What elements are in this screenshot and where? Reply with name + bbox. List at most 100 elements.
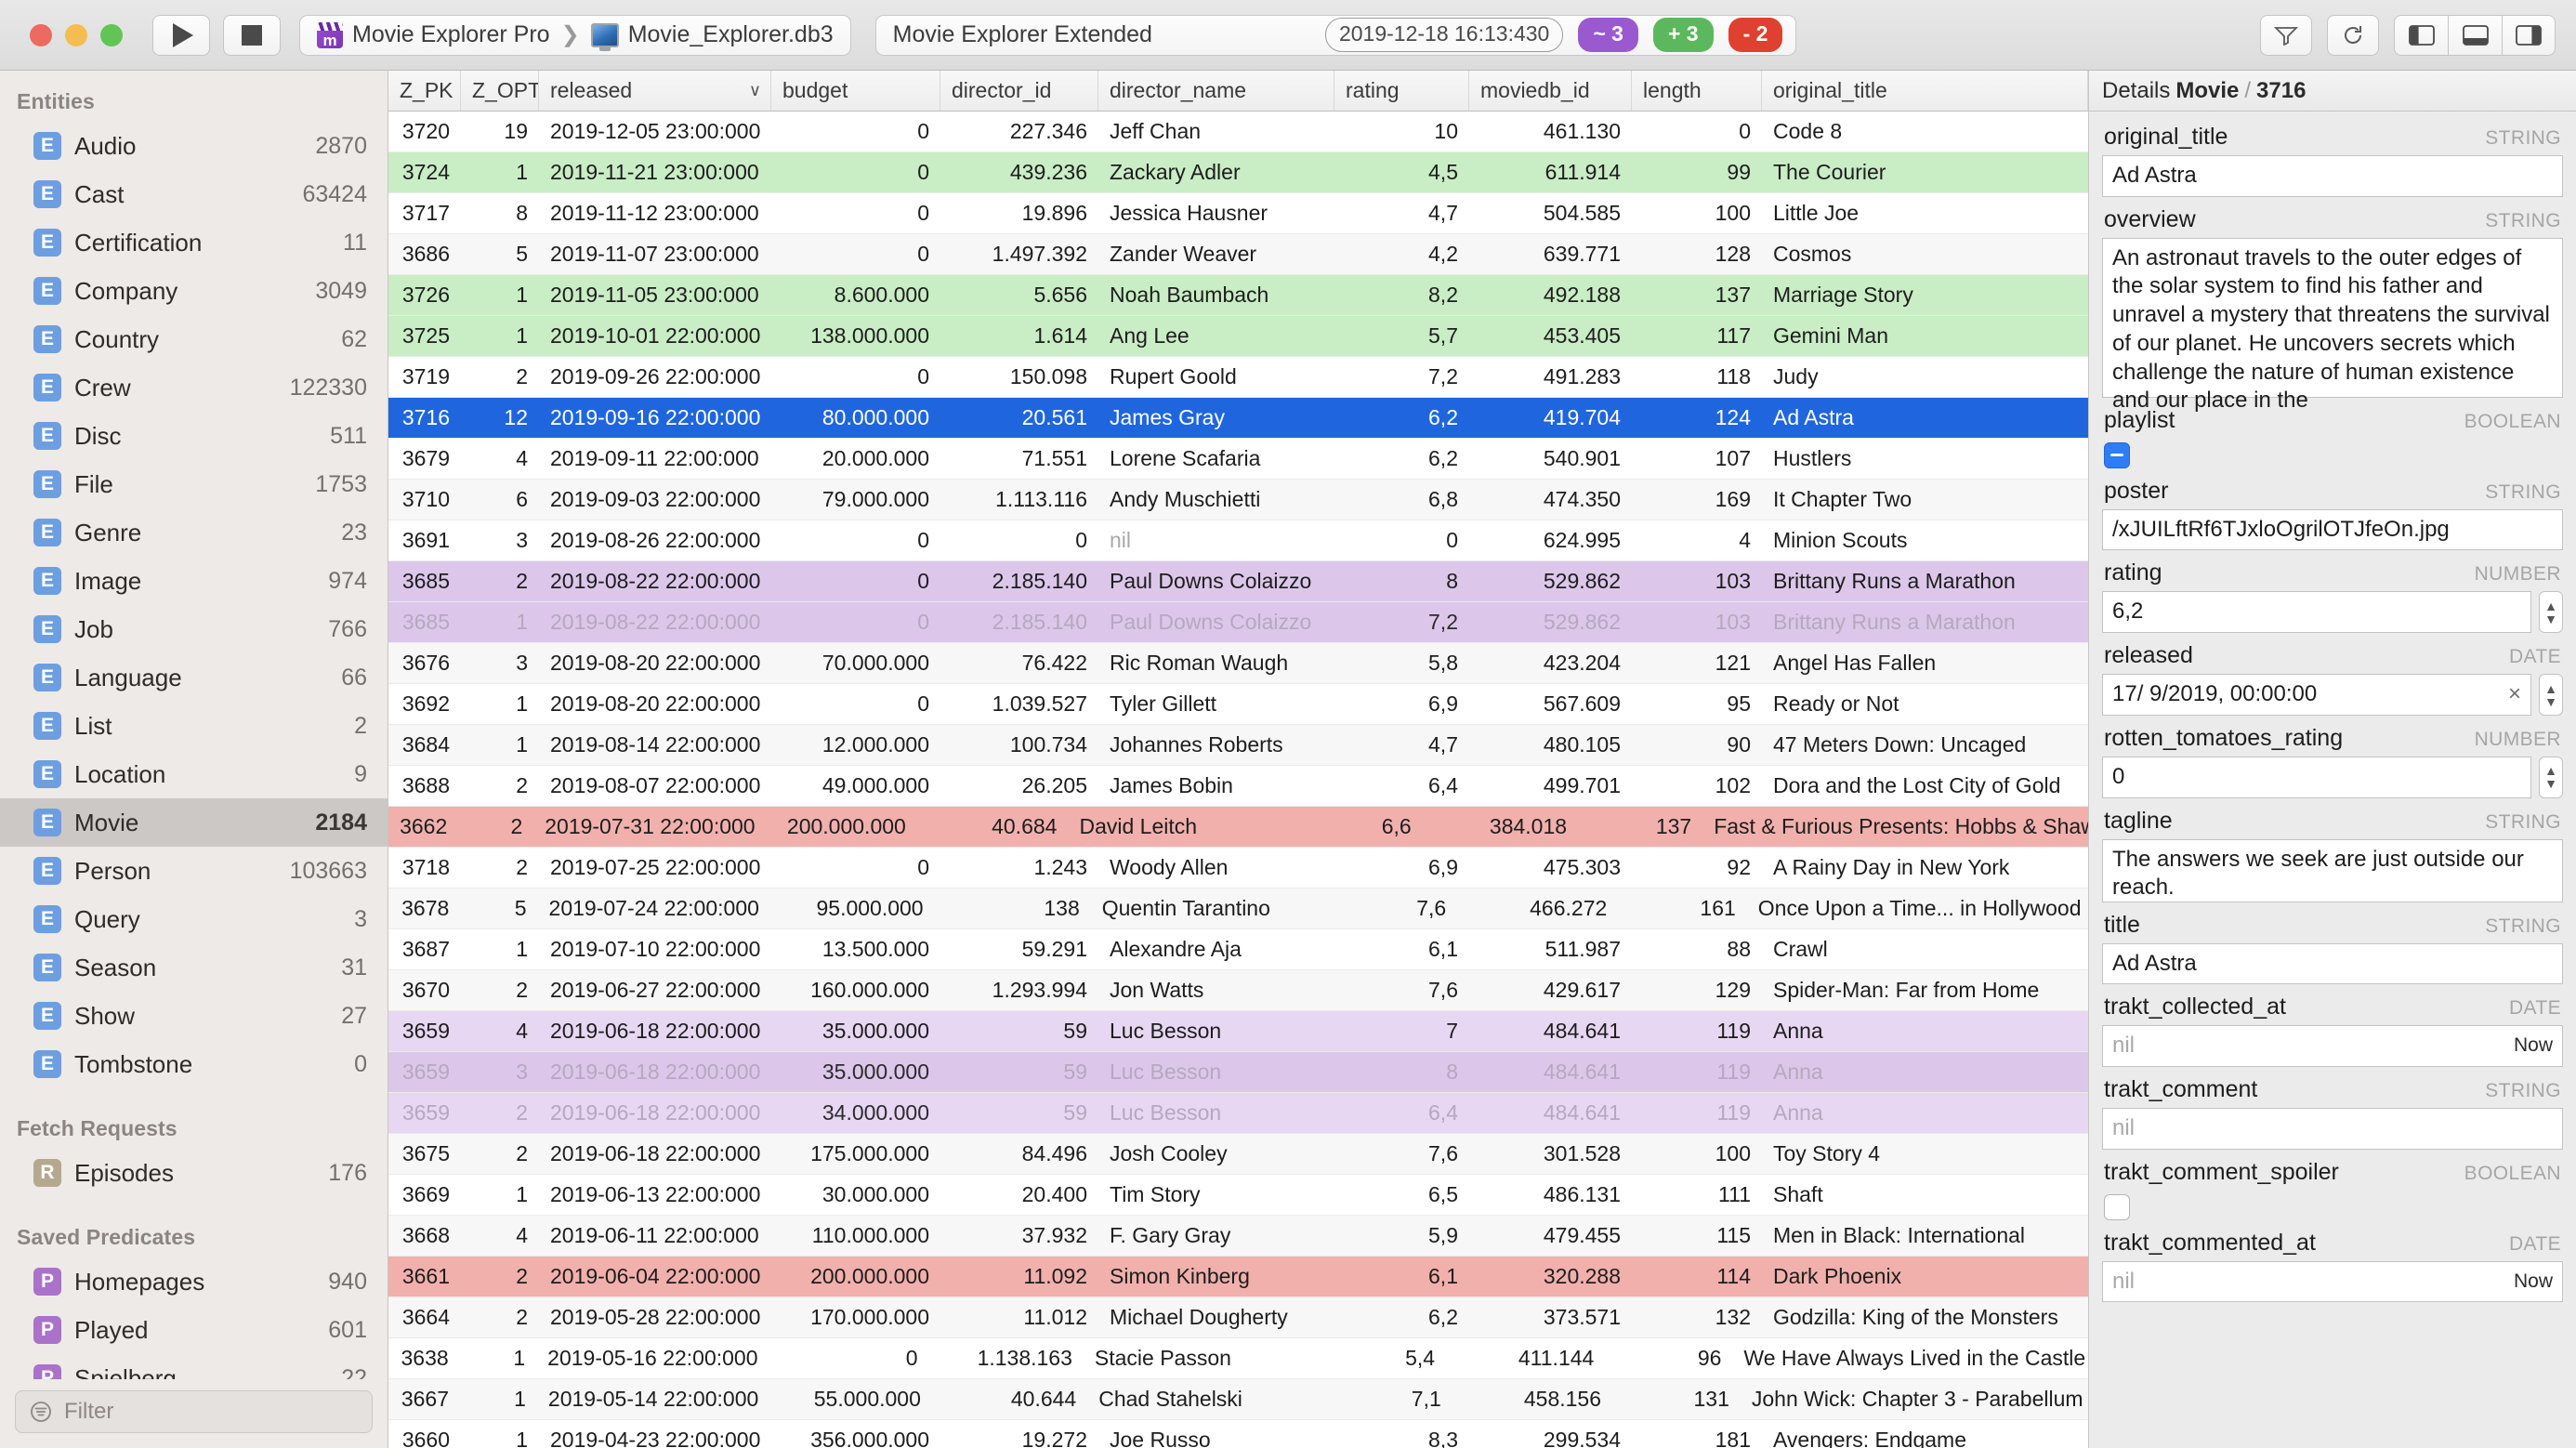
- table-cell-director_id[interactable]: 37.932: [940, 1216, 1098, 1256]
- table-cell-director_id[interactable]: 59.291: [940, 929, 1098, 969]
- table-cell-Z_OPT[interactable]: 2: [461, 1257, 539, 1297]
- table-cell-released[interactable]: 2019-06-18 22:00:000: [539, 1134, 771, 1174]
- table-cell-length[interactable]: 114: [1632, 1257, 1762, 1297]
- table-cell-released[interactable]: 2019-05-14 22:00:000: [537, 1379, 766, 1419]
- table-cell-director_name[interactable]: Stacie Passon: [1084, 1338, 1314, 1378]
- table-cell-moviedb_id[interactable]: 540.901: [1469, 439, 1632, 479]
- table-cell-rating[interactable]: 5,4: [1314, 1338, 1446, 1378]
- table-row[interactable]: 3678 5 2019-07-24 22:00:000 95.000.000 138 Qu…: [388, 889, 2088, 929]
- table-cell-released[interactable]: 2019-06-18 22:00:000: [539, 1093, 771, 1133]
- table-cell-rating[interactable]: 7,2: [1334, 602, 1469, 642]
- table-cell-Z_OPT[interactable]: 1: [461, 275, 539, 315]
- stepper-down-icon[interactable]: ▼: [2544, 695, 2557, 708]
- table-cell-moviedb_id[interactable]: 474.350: [1469, 480, 1632, 520]
- details-field-checkbox[interactable]: [2104, 441, 2130, 468]
- table-cell-director_name[interactable]: Jeff Chan: [1098, 112, 1334, 151]
- table-cell-budget[interactable]: 12.000.000: [771, 725, 940, 765]
- deleted-count-badge[interactable]: - 2: [1728, 18, 1783, 52]
- table-cell-budget[interactable]: 8.600.000: [771, 275, 940, 315]
- table-cell-director_name[interactable]: Noah Baumbach: [1098, 275, 1334, 315]
- table-cell-Z_OPT[interactable]: 1: [461, 725, 539, 765]
- clear-date-icon[interactable]: ×: [2499, 680, 2521, 709]
- table-cell-rating[interactable]: 4,5: [1334, 152, 1469, 192]
- table-row[interactable]: 3692 1 2019-08-20 22:00:000 0 1.039.527 Tyler…: [388, 684, 2088, 725]
- table-cell-budget[interactable]: 35.000.000: [771, 1011, 940, 1051]
- table-cell-budget[interactable]: 200.000.000: [771, 1257, 940, 1297]
- table-cell-Z_PK[interactable]: 3692: [388, 684, 461, 724]
- table-cell-rating[interactable]: 0: [1334, 520, 1469, 560]
- zoom-window-button[interactable]: [100, 23, 123, 46]
- table-row[interactable]: 3669 1 2019-06-13 22:00:000 30.000.000 20.40…: [388, 1175, 2088, 1216]
- table-cell-director_name[interactable]: Tim Story: [1098, 1175, 1334, 1215]
- table-cell-Z_PK[interactable]: 3678: [388, 889, 460, 928]
- sidebar-item-cast[interactable]: E Cast 63424: [0, 170, 388, 218]
- table-cell-Z_OPT[interactable]: 3: [461, 643, 539, 683]
- table-cell-length[interactable]: 111: [1632, 1175, 1762, 1215]
- close-window-button[interactable]: [30, 23, 52, 46]
- table-column-header-Z_OPT[interactable]: Z_OPT: [461, 71, 539, 111]
- table-cell-released[interactable]: 2019-08-07 22:00:000: [539, 766, 771, 806]
- stop-button[interactable]: [223, 14, 281, 56]
- sidebar-item-disc[interactable]: E Disc 511: [0, 412, 388, 460]
- table-column-header-budget[interactable]: budget: [771, 71, 940, 111]
- table-cell-released[interactable]: 2019-08-20 22:00:000: [539, 684, 771, 724]
- table-cell-budget[interactable]: 0: [771, 602, 940, 642]
- sidebar-item-crew[interactable]: E Crew 122330: [0, 363, 388, 412]
- table-cell-length[interactable]: 137: [1632, 275, 1762, 315]
- sidebar-item-genre[interactable]: E Genre 23: [0, 508, 388, 557]
- table-row[interactable]: 3659 3 2019-06-18 22:00:000 35.000.000 59 Luc…: [388, 1052, 2088, 1093]
- table-cell-director_name[interactable]: Joe Russo: [1098, 1420, 1334, 1448]
- table-cell-released[interactable]: 2019-06-04 22:00:000: [539, 1257, 771, 1297]
- stepper-down-icon[interactable]: ▼: [2544, 777, 2557, 790]
- sidebar-filter-input[interactable]: Filter: [15, 1390, 373, 1433]
- table-cell-rating[interactable]: 5,8: [1334, 643, 1469, 683]
- table-cell-Z_PK[interactable]: 3719: [388, 357, 461, 397]
- table-cell-moviedb_id[interactable]: 384.018: [1423, 807, 1578, 847]
- table-cell-Z_OPT[interactable]: 1: [461, 316, 539, 356]
- table-row[interactable]: 3691 3 2019-08-26 22:00:000 0 0 nil 0 624.995 4 M…: [388, 520, 2088, 561]
- table-cell-budget[interactable]: 0: [771, 684, 940, 724]
- sidebar-item-country[interactable]: E Country 62: [0, 315, 388, 363]
- table-cell-director_id[interactable]: 59: [940, 1052, 1098, 1092]
- table-cell-moviedb_id[interactable]: 499.701: [1469, 766, 1632, 806]
- table-row[interactable]: 3716 12 2019-09-16 22:00:000 80.000.000 20.5…: [388, 398, 2088, 439]
- play-button[interactable]: [152, 14, 210, 56]
- table-cell-original_title[interactable]: Angel Has Fallen: [1762, 643, 2088, 683]
- table-cell-moviedb_id[interactable]: 301.528: [1469, 1134, 1632, 1174]
- table-cell-director_name[interactable]: Luc Besson: [1098, 1052, 1334, 1092]
- table-cell-director_id[interactable]: 1.113.116: [940, 480, 1098, 520]
- table-cell-moviedb_id[interactable]: 491.283: [1469, 357, 1632, 397]
- table-cell-moviedb_id[interactable]: 419.704: [1469, 398, 1632, 438]
- table-row[interactable]: 3719 2 2019-09-26 22:00:000 0 150.098 Rupert …: [388, 357, 2088, 398]
- sidebar-item-query[interactable]: E Query 3: [0, 895, 388, 943]
- table-cell-released[interactable]: 2019-08-14 22:00:000: [539, 725, 771, 765]
- sidebar-item-audio[interactable]: E Audio 2870: [0, 122, 388, 170]
- table-column-header-length[interactable]: length: [1632, 71, 1762, 111]
- table-row[interactable]: 3664 2 2019-05-28 22:00:000 170.000.000 11.0…: [388, 1297, 2088, 1338]
- table-cell-budget[interactable]: 0: [771, 112, 940, 151]
- table-cell-released[interactable]: 2019-06-11 22:00:000: [539, 1216, 771, 1256]
- table-cell-Z_PK[interactable]: 3685: [388, 561, 461, 601]
- table-cell-Z_PK[interactable]: 3679: [388, 439, 461, 479]
- sidebar-item-tombstone[interactable]: E Tombstone 0: [0, 1040, 388, 1088]
- sidebar-item-file[interactable]: E File 1753: [0, 460, 388, 508]
- table-cell-rating[interactable]: 6,9: [1334, 684, 1469, 724]
- table-cell-Z_PK[interactable]: 3687: [388, 929, 461, 969]
- sidebar-item-company[interactable]: E Company 3049: [0, 267, 388, 315]
- table-row[interactable]: 3686 5 2019-11-07 23:00:000 0 1.497.392 Zande…: [388, 234, 2088, 275]
- table-cell-rating[interactable]: 7,6: [1334, 970, 1469, 1010]
- details-field-input[interactable]: nil Now: [2102, 1025, 2563, 1068]
- sidebar-item-person[interactable]: E Person 103663: [0, 847, 388, 895]
- table-cell-director_id[interactable]: 1.138.163: [929, 1338, 1084, 1378]
- table-cell-director_name[interactable]: Chad Stahelski: [1087, 1379, 1320, 1419]
- table-cell-director_id[interactable]: 11.012: [940, 1297, 1098, 1337]
- table-cell-released[interactable]: 2019-11-07 23:00:000: [539, 234, 771, 274]
- table-cell-released[interactable]: 2019-07-10 22:00:000: [539, 929, 771, 969]
- table-row[interactable]: 3668 4 2019-06-11 22:00:000 110.000.000 37.9…: [388, 1216, 2088, 1257]
- table-cell-rating[interactable]: 8,2: [1334, 275, 1469, 315]
- table-cell-budget[interactable]: 110.000.000: [771, 1216, 940, 1256]
- table-cell-director_name[interactable]: Jon Watts: [1098, 970, 1334, 1010]
- table-cell-Z_OPT[interactable]: 4: [461, 1011, 539, 1051]
- details-field-input[interactable]: 6,2: [2102, 591, 2531, 634]
- table-cell-length[interactable]: 121: [1632, 643, 1762, 683]
